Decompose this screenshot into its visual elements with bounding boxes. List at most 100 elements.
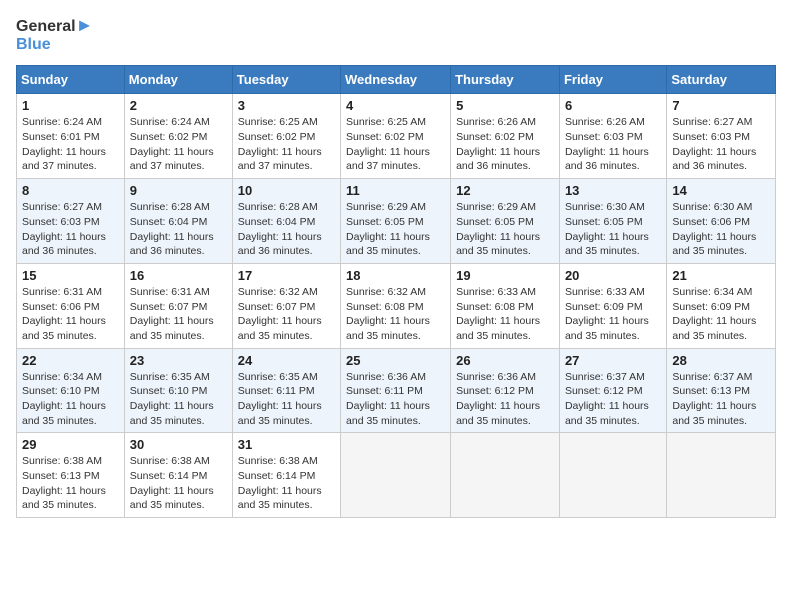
day-detail: Sunrise: 6:36 AMSunset: 6:11 PMDaylight:… [346,371,430,427]
day-number: 15 [22,268,119,283]
calendar-cell: 15 Sunrise: 6:31 AMSunset: 6:06 PMDaylig… [17,263,125,348]
day-number: 21 [672,268,770,283]
day-detail: Sunrise: 6:25 AMSunset: 6:02 PMDaylight:… [346,116,430,172]
calendar-cell: 13 Sunrise: 6:30 AMSunset: 6:05 PMDaylig… [559,179,666,264]
day-detail: Sunrise: 6:34 AMSunset: 6:10 PMDaylight:… [22,371,106,427]
calendar-cell: 19 Sunrise: 6:33 AMSunset: 6:08 PMDaylig… [451,263,560,348]
calendar-cell: 12 Sunrise: 6:29 AMSunset: 6:05 PMDaylig… [451,179,560,264]
calendar-cell: 17 Sunrise: 6:32 AMSunset: 6:07 PMDaylig… [232,263,340,348]
day-detail: Sunrise: 6:25 AMSunset: 6:02 PMDaylight:… [238,116,322,172]
col-header-monday: Monday [124,66,232,94]
day-number: 16 [130,268,227,283]
calendar-cell: 10 Sunrise: 6:28 AMSunset: 6:04 PMDaylig… [232,179,340,264]
calendar-cell: 9 Sunrise: 6:28 AMSunset: 6:04 PMDayligh… [124,179,232,264]
calendar-cell: 16 Sunrise: 6:31 AMSunset: 6:07 PMDaylig… [124,263,232,348]
calendar-cell: 31 Sunrise: 6:38 AMSunset: 6:14 PMDaylig… [232,433,340,518]
day-detail: Sunrise: 6:27 AMSunset: 6:03 PMDaylight:… [22,201,106,257]
day-number: 20 [565,268,661,283]
calendar-cell: 28 Sunrise: 6:37 AMSunset: 6:13 PMDaylig… [667,348,776,433]
calendar-cell: 3 Sunrise: 6:25 AMSunset: 6:02 PMDayligh… [232,94,340,179]
day-detail: Sunrise: 6:32 AMSunset: 6:08 PMDaylight:… [346,286,430,342]
calendar-week-row: 8 Sunrise: 6:27 AMSunset: 6:03 PMDayligh… [17,179,776,264]
calendar-cell: 4 Sunrise: 6:25 AMSunset: 6:02 PMDayligh… [341,94,451,179]
calendar-cell: 14 Sunrise: 6:30 AMSunset: 6:06 PMDaylig… [667,179,776,264]
calendar-cell: 2 Sunrise: 6:24 AMSunset: 6:02 PMDayligh… [124,94,232,179]
day-number: 7 [672,98,770,113]
day-number: 23 [130,353,227,368]
day-detail: Sunrise: 6:35 AMSunset: 6:11 PMDaylight:… [238,371,322,427]
day-detail: Sunrise: 6:28 AMSunset: 6:04 PMDaylight:… [130,201,214,257]
day-detail: Sunrise: 6:27 AMSunset: 6:03 PMDaylight:… [672,116,756,172]
logo-triangle: ► [76,15,94,35]
calendar-week-row: 29 Sunrise: 6:38 AMSunset: 6:13 PMDaylig… [17,433,776,518]
day-number: 31 [238,437,335,452]
day-detail: Sunrise: 6:24 AMSunset: 6:02 PMDaylight:… [130,116,214,172]
day-detail: Sunrise: 6:38 AMSunset: 6:14 PMDaylight:… [130,455,214,511]
day-number: 2 [130,98,227,113]
calendar-cell [559,433,666,518]
day-detail: Sunrise: 6:38 AMSunset: 6:14 PMDaylight:… [238,455,322,511]
col-header-wednesday: Wednesday [341,66,451,94]
calendar-cell [451,433,560,518]
calendar-week-row: 22 Sunrise: 6:34 AMSunset: 6:10 PMDaylig… [17,348,776,433]
day-number: 9 [130,183,227,198]
calendar-cell: 18 Sunrise: 6:32 AMSunset: 6:08 PMDaylig… [341,263,451,348]
day-number: 10 [238,183,335,198]
calendar-cell: 22 Sunrise: 6:34 AMSunset: 6:10 PMDaylig… [17,348,125,433]
day-number: 29 [22,437,119,452]
calendar-table: SundayMondayTuesdayWednesdayThursdayFrid… [16,65,776,518]
day-number: 27 [565,353,661,368]
calendar-week-row: 1 Sunrise: 6:24 AMSunset: 6:01 PMDayligh… [17,94,776,179]
day-number: 3 [238,98,335,113]
day-number: 1 [22,98,119,113]
day-detail: Sunrise: 6:36 AMSunset: 6:12 PMDaylight:… [456,371,540,427]
logo-container: General► Blue [16,16,93,53]
day-number: 17 [238,268,335,283]
day-detail: Sunrise: 6:37 AMSunset: 6:12 PMDaylight:… [565,371,649,427]
day-number: 26 [456,353,554,368]
day-detail: Sunrise: 6:34 AMSunset: 6:09 PMDaylight:… [672,286,756,342]
day-number: 18 [346,268,445,283]
day-number: 30 [130,437,227,452]
day-detail: Sunrise: 6:37 AMSunset: 6:13 PMDaylight:… [672,371,756,427]
day-detail: Sunrise: 6:29 AMSunset: 6:05 PMDaylight:… [346,201,430,257]
day-detail: Sunrise: 6:30 AMSunset: 6:05 PMDaylight:… [565,201,649,257]
day-number: 13 [565,183,661,198]
col-header-sunday: Sunday [17,66,125,94]
day-number: 11 [346,183,445,198]
day-number: 5 [456,98,554,113]
day-number: 28 [672,353,770,368]
calendar-cell: 26 Sunrise: 6:36 AMSunset: 6:12 PMDaylig… [451,348,560,433]
day-detail: Sunrise: 6:38 AMSunset: 6:13 PMDaylight:… [22,455,106,511]
col-header-thursday: Thursday [451,66,560,94]
day-number: 4 [346,98,445,113]
day-detail: Sunrise: 6:33 AMSunset: 6:08 PMDaylight:… [456,286,540,342]
calendar-cell: 7 Sunrise: 6:27 AMSunset: 6:03 PMDayligh… [667,94,776,179]
calendar-cell: 8 Sunrise: 6:27 AMSunset: 6:03 PMDayligh… [17,179,125,264]
calendar-cell: 21 Sunrise: 6:34 AMSunset: 6:09 PMDaylig… [667,263,776,348]
logo-general: General [16,18,76,35]
calendar-cell: 1 Sunrise: 6:24 AMSunset: 6:01 PMDayligh… [17,94,125,179]
calendar-cell: 5 Sunrise: 6:26 AMSunset: 6:02 PMDayligh… [451,94,560,179]
calendar-cell: 23 Sunrise: 6:35 AMSunset: 6:10 PMDaylig… [124,348,232,433]
day-detail: Sunrise: 6:26 AMSunset: 6:02 PMDaylight:… [456,116,540,172]
logo-blue: Blue [16,36,93,54]
col-header-tuesday: Tuesday [232,66,340,94]
day-number: 25 [346,353,445,368]
logo: General► Blue [16,16,93,53]
day-number: 12 [456,183,554,198]
day-detail: Sunrise: 6:31 AMSunset: 6:07 PMDaylight:… [130,286,214,342]
day-detail: Sunrise: 6:28 AMSunset: 6:04 PMDaylight:… [238,201,322,257]
calendar-cell: 24 Sunrise: 6:35 AMSunset: 6:11 PMDaylig… [232,348,340,433]
calendar-cell [667,433,776,518]
day-detail: Sunrise: 6:30 AMSunset: 6:06 PMDaylight:… [672,201,756,257]
day-number: 19 [456,268,554,283]
page-header: General► Blue [16,16,776,53]
calendar-week-row: 15 Sunrise: 6:31 AMSunset: 6:06 PMDaylig… [17,263,776,348]
calendar-cell: 11 Sunrise: 6:29 AMSunset: 6:05 PMDaylig… [341,179,451,264]
calendar-cell: 27 Sunrise: 6:37 AMSunset: 6:12 PMDaylig… [559,348,666,433]
col-header-friday: Friday [559,66,666,94]
day-detail: Sunrise: 6:31 AMSunset: 6:06 PMDaylight:… [22,286,106,342]
day-number: 22 [22,353,119,368]
day-detail: Sunrise: 6:35 AMSunset: 6:10 PMDaylight:… [130,371,214,427]
